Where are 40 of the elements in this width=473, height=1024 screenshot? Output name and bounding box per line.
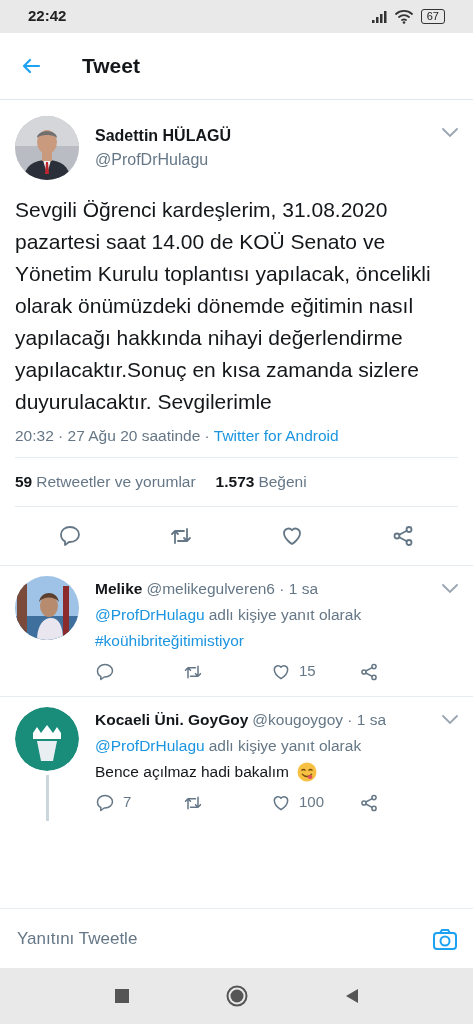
reply-handle[interactable]: @kougoygoy · 1 sa [252,706,438,733]
comment-icon[interactable] [58,523,83,548]
mention-link[interactable]: @ProfDrHulagu [95,601,205,628]
source-link[interactable]: Twitter for Android [213,424,339,448]
reply-context: adlı kişiye yanıt olarak [208,735,362,756]
square-icon[interactable] [113,988,130,1004]
logo-icon [15,706,79,771]
share-icon[interactable] [359,661,379,682]
comment-icon[interactable] [95,792,115,813]
reply-author-name[interactable]: Kocaeli Üni. GoyGoy [95,706,249,733]
tweet-text: Sevgili Öğrenci kardeşlerim, 31.08.2020 pazartesi saat 14.00 de KOÜ Senato ve Yönetim Kurulu toplantısı yapılacak, öncelikli olarak önümüzdeki dönemde eğitimin nasıl yapılacağı hakkında nihayi değerlendirme yapılacaktır.Sonuç en kısa zamanda sizlere duyurulacaktır. Sevgilerimle [15,197,432,415]
status-time: 22:42 [28,6,67,27]
chevron-down-icon[interactable] [442,714,458,725]
retweets-label[interactable]: Retweetler ve yorumlar [36,470,196,494]
comment-count: 7 [123,792,132,813]
reply-like-count: 100 [299,792,325,813]
author-handle[interactable]: @ProfDrHulagu [95,148,426,172]
author-name[interactable]: Sadettin HÜLAGÜ [95,124,426,148]
page-title: Tweet [82,53,140,80]
reply-text: Bence açılmaz hadi bakalım [95,761,289,782]
home-icon[interactable] [225,985,248,1007]
battery-level: 67 [420,9,445,24]
chevron-down-icon[interactable] [442,583,458,594]
retweet-count: 59 [15,472,33,493]
mention-link[interactable]: @ProfDrHulagu [95,732,205,759]
likes-label[interactable]: Beğeni [258,470,307,494]
reply-author-name[interactable]: Melike [95,575,143,602]
chevron-down-icon[interactable] [442,128,458,138]
share-icon[interactable] [359,792,379,813]
wifi-icon [394,9,413,24]
tweet-timestamp: 20:32 · 27 Ağu 20 saatinde · [15,426,210,446]
signal-icon [371,10,387,23]
hashtag-link[interactable]: #koühibriteğitimistiyor [95,627,245,654]
reply-handle[interactable]: @melikegulveren6 · 1 sa [146,575,438,602]
like-count: 1.573 [215,472,255,493]
reply-like-count: 15 [299,661,316,682]
comment-icon[interactable] [95,661,115,682]
reply-input[interactable]: Yanıtını Tweetle [15,924,432,953]
camera-icon[interactable] [432,926,458,951]
reply-context: adlı kişiye yanıt olarak [208,604,362,625]
